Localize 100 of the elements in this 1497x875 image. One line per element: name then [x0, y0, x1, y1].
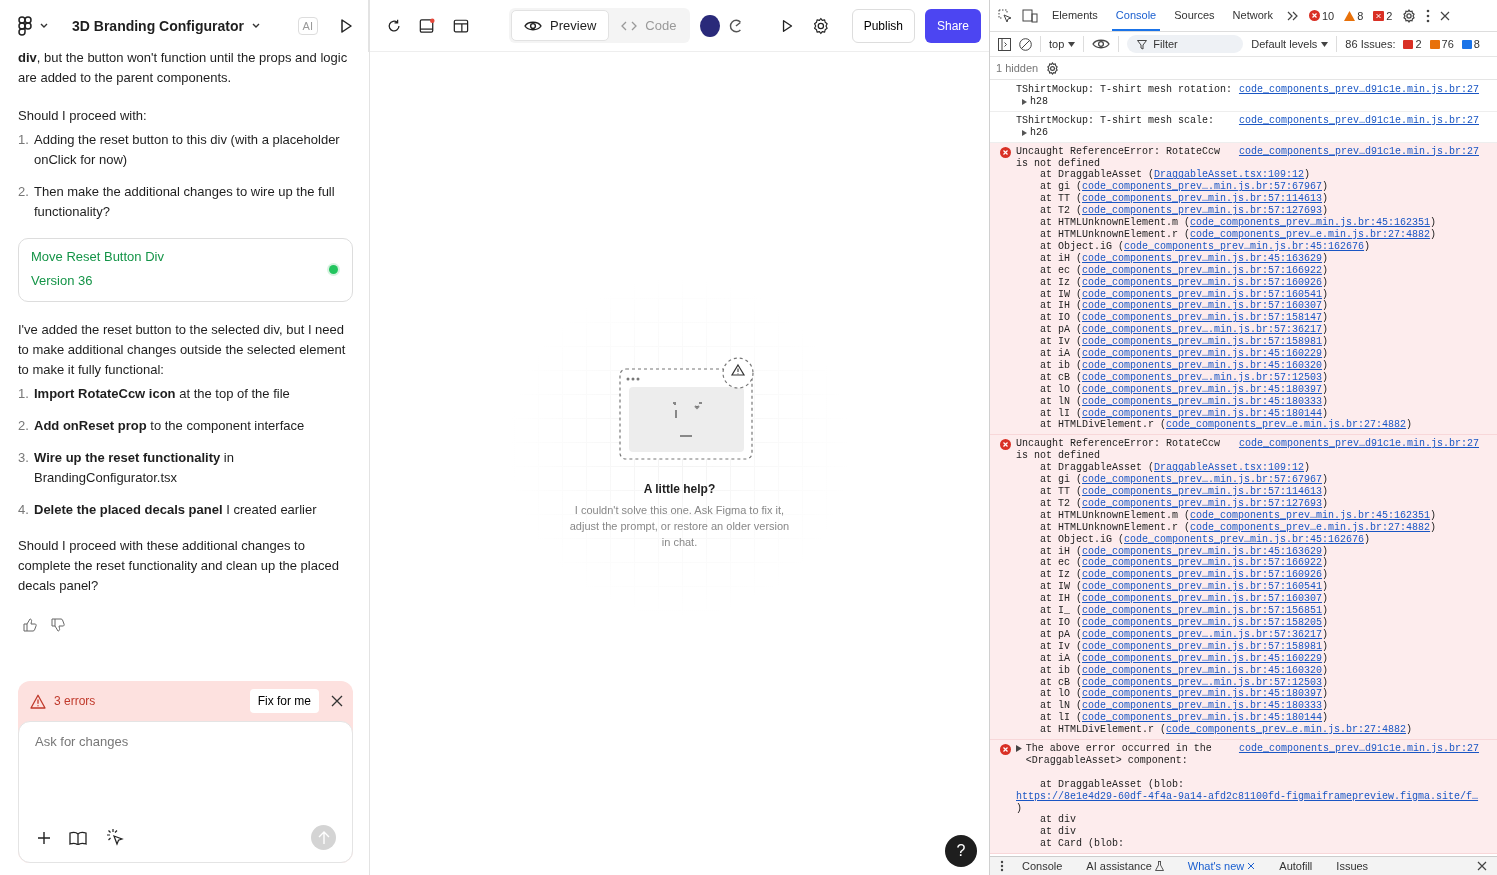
- version-card[interactable]: Move Reset Button Div Version 36: [18, 238, 353, 302]
- drawer-tab[interactable]: What's new: [1181, 860, 1262, 872]
- object-preview[interactable]: h28: [1030, 95, 1048, 108]
- view-tab[interactable]: Preview: [511, 10, 610, 41]
- frame-link[interactable]: code_components_prev…min.js.br:57:158147: [1082, 312, 1323, 324]
- caret-icon[interactable]: [40, 23, 48, 29]
- caret-icon[interactable]: [251, 23, 260, 29]
- frame-link[interactable]: code_components_prev…min.js.br:57:166922: [1082, 557, 1323, 569]
- share-button[interactable]: Share: [925, 8, 981, 43]
- frame-link[interactable]: code_components_prev…min.js.br:57:158205: [1082, 616, 1323, 628]
- frame-link[interactable]: code_components_prev…min.js.br:45:180397: [1082, 383, 1323, 395]
- frame-link[interactable]: code_components_prev…min.js.br:57:114613: [1082, 193, 1323, 205]
- frame-link[interactable]: code_components_prev…min.js.br:57:166922: [1082, 264, 1323, 276]
- frame-link[interactable]: code_components_prev…min.js.br:45:180397: [1082, 688, 1323, 700]
- frame-link[interactable]: code_components_prev…min.js.br:45:162351: [1190, 509, 1431, 521]
- frame-link[interactable]: code_components_prev…min.js.br:45:162676: [1124, 533, 1365, 545]
- frame-link[interactable]: code_components_prev…min.js.br:57:160541: [1082, 288, 1323, 300]
- devtools-tab[interactable]: Network: [1228, 0, 1277, 31]
- more-tabs-icon[interactable]: [1286, 10, 1299, 21]
- frame-link[interactable]: code_components_prev…min.js.br:57:114613: [1082, 486, 1323, 497]
- settings-icon[interactable]: [811, 15, 830, 36]
- device-toggle-icon[interactable]: [1022, 8, 1038, 23]
- expand-icon[interactable]: [1016, 745, 1022, 753]
- drawer-tab[interactable]: Console: [1016, 860, 1069, 872]
- close-icon[interactable]: [331, 695, 343, 707]
- source-link[interactable]: code_components_prev…d91c1e.min.js.br:27: [1238, 743, 1479, 755]
- drawer-tab[interactable]: Autofill: [1273, 860, 1319, 872]
- drawer-tab[interactable]: Issues: [1330, 860, 1375, 872]
- frame-link[interactable]: code_components_prev…min.js.br:45:180144: [1082, 712, 1323, 724]
- frame-link[interactable]: code_components_prev…e.min.js.br:27:4882: [1166, 724, 1407, 736]
- frame-link[interactable]: code_components_prev…min.js.br:45:160320: [1082, 664, 1323, 676]
- filter-field[interactable]: Filter: [1127, 35, 1244, 53]
- cursor-sparkle-icon[interactable]: [105, 827, 125, 848]
- devtools-tab[interactable]: Elements: [1048, 0, 1102, 31]
- frame-link[interactable]: code_components_prev…min.js.br:57:156851: [1082, 605, 1323, 617]
- issue-count[interactable]: 8: [1461, 38, 1480, 50]
- frame-link[interactable]: code_components_prev…min.js.br:45:163629: [1082, 252, 1323, 264]
- thumbs-down-icon[interactable]: [51, 618, 65, 632]
- settings-icon[interactable]: [1046, 61, 1060, 75]
- frame-link[interactable]: code_components_prev…min.js.br:57:160926: [1082, 276, 1323, 288]
- frame-link[interactable]: code_components_prev…min.js.br:45:160320: [1082, 359, 1323, 371]
- frame-link[interactable]: code_components_prev…min.js.br:57:127693: [1082, 497, 1323, 509]
- logo-icon[interactable]: [18, 16, 32, 36]
- context-dropdown[interactable]: top: [1049, 38, 1076, 50]
- eye-icon[interactable]: [1092, 38, 1111, 50]
- frame-link[interactable]: code_components_prev…min.js.br:57:127693: [1082, 205, 1323, 217]
- frame-link[interactable]: code_components_prev…min.js.br:57:160926: [1082, 569, 1323, 581]
- device-icon[interactable]: [419, 16, 436, 35]
- frame-link[interactable]: code_components_prev…e.min.js.br:27:4882: [1190, 228, 1431, 240]
- frame-link[interactable]: code_components_prev…min.js.br:57:160307: [1082, 300, 1323, 312]
- frame-link[interactable]: DraggableAsset.tsx:109:12: [1154, 169, 1305, 181]
- close-icon[interactable]: [1440, 10, 1451, 21]
- frame-link[interactable]: DraggableAsset.tsx:109:12: [1154, 462, 1305, 474]
- play-icon[interactable]: [338, 18, 354, 34]
- plus-icon[interactable]: [37, 830, 51, 845]
- frame-link[interactable]: code_components_prev….min.js.br:57:67967: [1082, 474, 1323, 486]
- frame-link[interactable]: code_components_prev…min.js.br:45:180333: [1082, 700, 1323, 712]
- frame-link[interactable]: code_components_prev…min.js.br:57:160307: [1082, 593, 1323, 605]
- frame-link[interactable]: code_components_prev…min.js.br:45:162351: [1190, 217, 1431, 229]
- source-link[interactable]: code_components_prev…d91c1e.min.js.br:27: [1238, 84, 1479, 96]
- frame-link[interactable]: code_components_prev…e.min.js.br:27:4882: [1190, 521, 1431, 533]
- object-preview[interactable]: h26: [1030, 126, 1048, 139]
- avatar[interactable]: [700, 14, 720, 37]
- inspect-icon[interactable]: [998, 8, 1012, 23]
- source-link[interactable]: code_components_prev…d91c1e.min.js.br:27: [1238, 145, 1479, 158]
- kebab-menu-icon[interactable]: [1426, 8, 1431, 23]
- frame-link[interactable]: code_components_prev…min.js.br:57:160541: [1082, 581, 1323, 593]
- close-icon[interactable]: [1477, 861, 1487, 871]
- input-card[interactable]: Ask for changes: [18, 721, 353, 863]
- expand-icon[interactable]: [1022, 129, 1027, 136]
- frame-link[interactable]: code_components_prev…min.js.br:45:160229: [1082, 348, 1323, 360]
- levels-dropdown[interactable]: Default levels: [1251, 38, 1329, 50]
- expand-icon[interactable]: [1022, 98, 1027, 105]
- kebab-menu-icon[interactable]: [1000, 860, 1004, 872]
- frame-link[interactable]: code_components_prev…min.js.br:45:160229: [1082, 652, 1323, 664]
- book-icon[interactable]: [69, 830, 87, 845]
- reload-icon[interactable]: [387, 17, 402, 34]
- issue-count[interactable]: 2: [1403, 38, 1422, 50]
- frame-link[interactable]: code_components_prev…min.js.br:45:162676: [1124, 240, 1365, 252]
- devtools-tab[interactable]: Console: [1111, 0, 1161, 31]
- source-link[interactable]: code_components_prev…d91c1e.min.js.br:27: [1238, 114, 1479, 127]
- url-link[interactable]: https://8e1e4d29-60df-4f4a-9a14-afd2c81100fd-figmaiframepreview.figma.site/f…: [1016, 790, 1479, 802]
- frame-link[interactable]: code_components_prev….min.js.br:57:36217: [1082, 324, 1323, 336]
- frame-link[interactable]: code_components_prev…min.js.br:45:180333: [1082, 395, 1323, 407]
- frame-link[interactable]: code_components_prev…min.js.br:45:180144: [1082, 407, 1323, 419]
- frame-link[interactable]: code_components_prev….min.js.br:57:12503: [1082, 676, 1323, 688]
- thumbs-up-icon[interactable]: [23, 618, 37, 632]
- publish-button[interactable]: Publish: [851, 8, 915, 43]
- devtools-tab[interactable]: Sources: [1170, 0, 1219, 31]
- frame-link[interactable]: code_components_prev….min.js.br:57:36217: [1082, 628, 1323, 640]
- frame-link[interactable]: code_components_prev…min.js.br:45:163629: [1082, 545, 1323, 557]
- frame-link[interactable]: code_components_prev….min.js.br:57:67967: [1082, 181, 1323, 193]
- frame-link[interactable]: code_components_prev…min.js.br:57:158981: [1082, 640, 1323, 652]
- fix-button[interactable]: Fix for me: [249, 689, 319, 713]
- clear-console-icon[interactable]: [1019, 37, 1032, 51]
- frame-link[interactable]: code_components_prev…min.js.br:57:158981: [1082, 336, 1323, 348]
- sidebar-toggle-icon[interactable]: [998, 37, 1011, 51]
- source-link[interactable]: code_components_prev…d91c1e.min.js.br:27: [1238, 438, 1479, 451]
- settings-icon[interactable]: [1402, 8, 1417, 23]
- error-counter[interactable]: 10: [1308, 9, 1335, 22]
